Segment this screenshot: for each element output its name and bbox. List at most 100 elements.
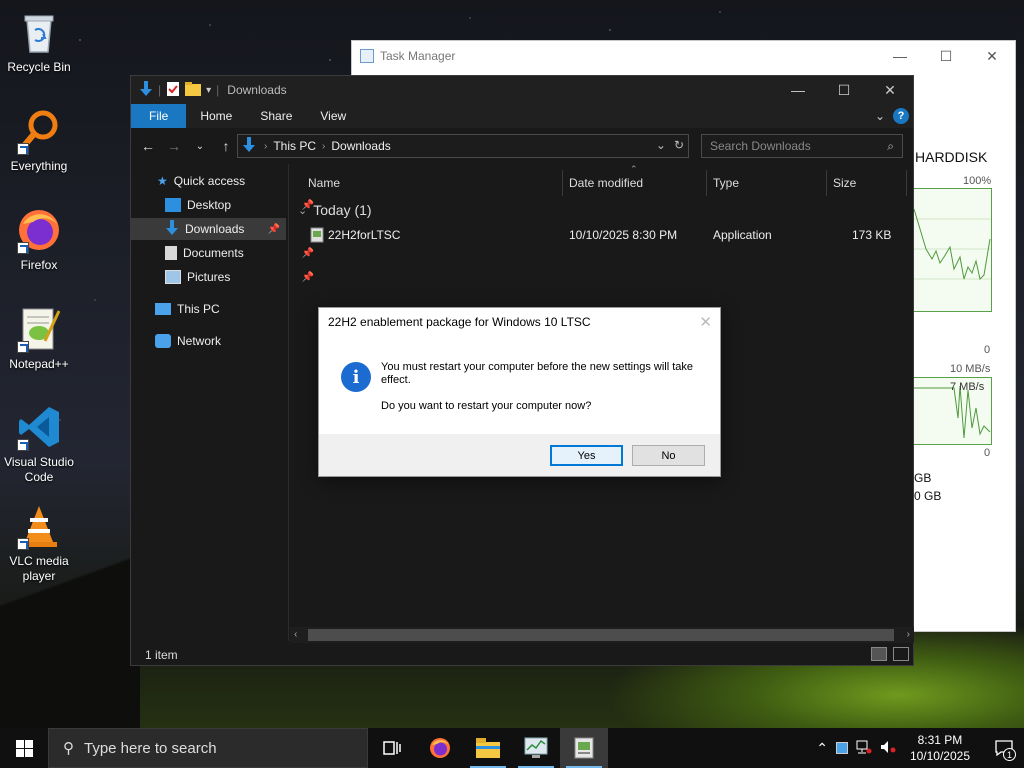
column-header-type[interactable]: Type [713,170,739,196]
desktop-icon-firefox[interactable]: Firefox [0,206,78,273]
desktop-icon-everything[interactable]: Everything [0,107,78,174]
tab-file[interactable]: File [131,104,187,128]
shortcut-arrow-icon [17,439,29,451]
everything-icon [15,107,63,155]
network-icon[interactable] [856,740,872,757]
up-arrow-icon[interactable]: ↑ [217,138,235,154]
item-count: 1 item [145,648,178,662]
yes-button[interactable]: Yes [550,445,623,466]
expand-ribbon-icon[interactable]: ⌄ [875,109,885,123]
disk-capacity-text: GB [914,471,932,485]
tab-share[interactable]: Share [246,104,306,128]
refresh-icon[interactable]: ↻ [674,138,684,152]
properties-icon[interactable] [166,81,180,100]
volume-muted-icon[interactable] [880,740,896,757]
horizontal-scrollbar[interactable]: ‹ › [290,627,914,643]
close-button[interactable]: ✕ [969,41,1015,71]
application-icon [310,227,324,246]
search-icon: ⌕ [887,139,894,153]
maximize-button[interactable]: ☐ [821,76,867,104]
maximize-button[interactable]: ☐ [923,41,969,71]
search-input[interactable]: Search Downloads ⌕ [701,134,903,158]
file-row[interactable]: 22H2forLTSC 10/10/2025 8:30 PM Applicati… [306,224,906,246]
taskbar-firefox-icon[interactable] [416,728,464,768]
nav-label: Network [177,334,222,348]
breadcrumb-downloads[interactable]: Downloads [331,139,390,153]
address-dropdown-icon[interactable]: ⌄ [656,138,666,152]
scroll-right-icon[interactable]: › [907,627,910,643]
file-size: 173 KB [852,228,892,242]
taskbar-file-explorer-icon[interactable] [464,728,512,768]
clock[interactable]: 8:31 PM 10/10/2025 [910,732,970,764]
taskbar-search-placeholder: Type here to search [84,739,217,757]
start-button[interactable] [0,728,48,768]
scroll-left-icon[interactable]: ‹ [294,627,297,643]
address-bar[interactable]: › This PC › Downloads ⌄ ↻ [237,134,689,158]
desktop-icon-recycle-bin[interactable]: Recycle Bin [0,8,78,75]
breadcrumb-this-pc[interactable]: This PC [273,139,316,153]
desktop-icon-label: Recycle Bin [7,60,71,74]
pin-icon[interactable]: 📌 [268,224,280,235]
show-hidden-icons-icon[interactable]: ⌃ [816,740,828,757]
nav-quick-access[interactable]: ★ Quick access [157,170,312,192]
scrollbar-thumb[interactable] [308,629,894,641]
desktop-icon-notepadpp[interactable]: Notepad++ [0,305,78,372]
disk-graph-max-label: 100% [963,175,992,187]
dialog-message: You must restart your computer before th… [381,361,694,386]
restart-dialog[interactable]: 22H2 enablement package for Windows 10 L… [318,307,721,477]
desktop-icon-label: VLC media player [9,554,69,583]
close-icon[interactable]: ✕ [699,313,712,331]
windows-logo-icon [15,739,33,757]
nav-label: Desktop [187,198,232,212]
downloads-nav-icon [165,219,179,239]
disk-formatted-text: 0 GB [914,489,942,503]
new-folder-icon[interactable] [185,81,202,99]
nav-label: Quick access [173,174,246,188]
chevron-down-icon: ⌄ [298,204,308,217]
taskbar-search-box[interactable]: ⚲ Type here to search [48,728,368,768]
star-icon: ★ [157,174,168,188]
chevron-right-icon[interactable]: › [322,141,325,152]
disk-label: HARDDISK [915,149,988,165]
tab-view[interactable]: View [306,104,360,128]
no-button[interactable]: No [632,445,705,466]
large-icons-view-icon[interactable] [893,647,909,661]
nav-this-pc[interactable]: This PC [155,298,310,320]
storage-icon[interactable] [835,742,848,754]
back-arrow-icon[interactable]: ← [139,138,157,154]
disk-graph-min-label: 0 [984,344,991,356]
documents-icon [165,246,177,260]
nav-network[interactable]: Network [155,330,310,352]
minimize-button[interactable]: — [775,76,821,104]
details-view-icon[interactable] [871,647,887,661]
task-manager-icon [360,49,374,63]
task-view-button[interactable] [368,728,416,768]
action-center-button[interactable]: 1 [984,728,1024,768]
taskbar-task-manager-icon[interactable] [512,728,560,768]
help-icon[interactable]: ? [893,108,909,124]
taskbar: ⚲ Type here to search ⌃ 8:31 PM 10/10/20… [0,728,1024,768]
taskbar-installer-icon[interactable] [560,728,608,768]
column-header-name[interactable]: Name [308,170,340,196]
dialog-title: 22H2 enablement package for Windows 10 L… [328,315,591,329]
downloads-arrow-icon [139,80,153,100]
group-header-today[interactable]: ⌄ Today (1) [298,202,372,218]
minimize-button[interactable]: — [877,41,923,71]
network-icon [155,334,171,348]
close-button[interactable]: ✕ [867,76,913,104]
tab-home[interactable]: Home [186,104,246,128]
recent-locations-icon[interactable]: ⌄ [191,141,209,152]
nav-label: Pictures [187,270,231,284]
shortcut-arrow-icon [17,341,29,353]
forward-arrow-icon[interactable]: → [165,138,183,154]
desktop-icon-vlc[interactable]: VLC media player [0,502,78,584]
desktop-icon-vscode[interactable]: Visual Studio Code [0,403,78,485]
customize-qat-icon[interactable]: ▾ [206,85,211,96]
ribbon-tabs: File Home Share View ⌄ ? [131,104,913,128]
recycle-bin-icon [15,8,63,56]
column-header-size[interactable]: Size [833,170,856,196]
navigation-pane: ★ Quick access Desktop 📌 Downloads 📌 Doc… [131,164,314,641]
file-name: 22H2forLTSC [328,228,401,242]
chevron-right-icon[interactable]: › [264,141,267,152]
nav-downloads[interactable]: Downloads 📌 [131,218,286,240]
